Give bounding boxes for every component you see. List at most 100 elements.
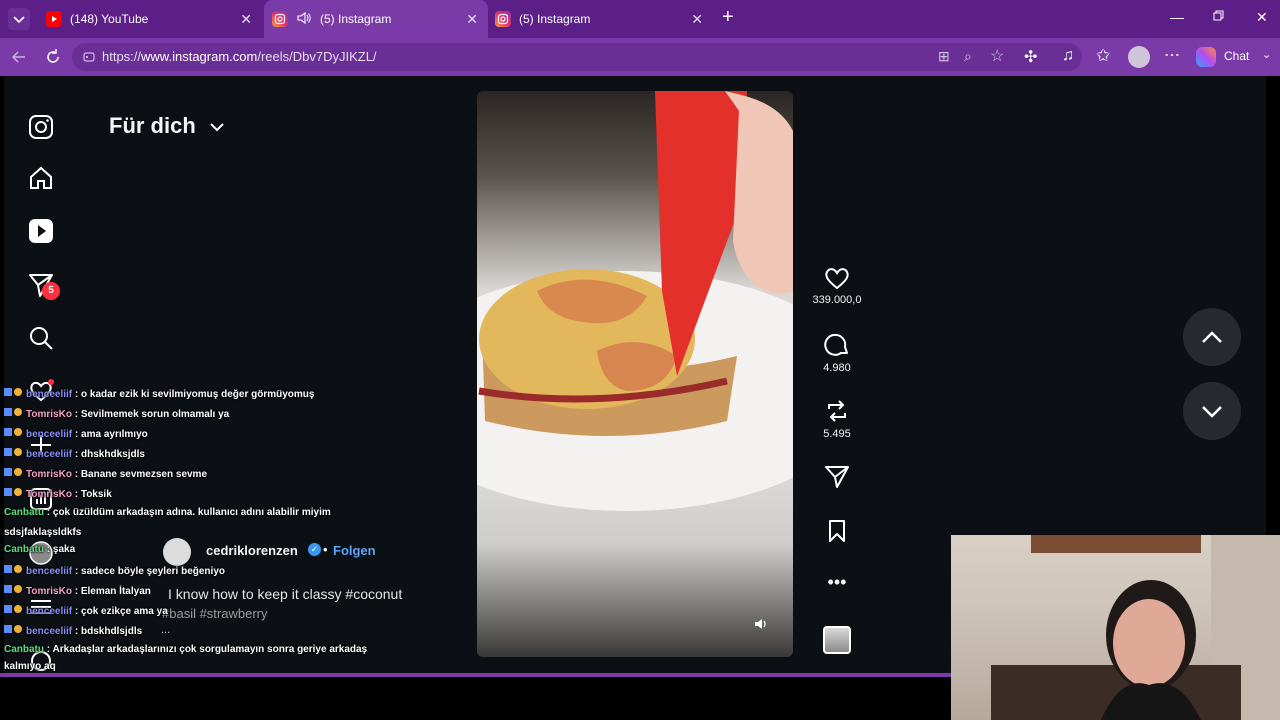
webcam-overlay	[951, 535, 1280, 720]
chat-message: kalmıyo aq	[4, 661, 56, 672]
tab-list-button[interactable]	[8, 8, 30, 30]
messages-icon[interactable]: 5	[28, 272, 60, 300]
new-tab-button[interactable]: +	[722, 6, 734, 29]
chat-text: şaka	[52, 544, 76, 555]
favorites-icon[interactable]: ✩	[1096, 46, 1110, 66]
chat-username: benceeliif	[26, 429, 73, 440]
extensions-icon[interactable]: ✣	[1024, 47, 1037, 67]
save-button[interactable]	[797, 518, 877, 547]
url-field[interactable]: https://www.instagram.com/reels/Dbv7DyJI…	[72, 43, 1082, 71]
feed-selector[interactable]: Für dich	[109, 113, 224, 139]
app-icon[interactable]: ⊞	[938, 48, 950, 65]
heart-icon	[825, 268, 849, 290]
chat-message: benceeliif : sadece böyle şeyleri beğeni…	[4, 564, 225, 577]
chat-username: TomrisKo	[26, 469, 72, 480]
profile-avatar[interactable]	[1128, 46, 1150, 68]
chat-text: sdsjfaklaşsldkfs	[4, 527, 82, 538]
chat-text: sadece böyle şeyleri beğeniyo	[81, 566, 225, 577]
chat-text: Eleman İtalyan	[80, 586, 151, 597]
chat-username: Canbatu	[4, 644, 44, 655]
chat-message: Canbatu : çok üzüldüm arkadaşın adına. k…	[4, 507, 331, 518]
more-icon: •••	[827, 572, 847, 592]
more-options-button[interactable]: •••	[797, 572, 877, 593]
chat-badge-icon	[4, 564, 26, 577]
chat-username: benceeliif	[26, 606, 73, 617]
separator-dot: •	[323, 542, 328, 557]
chat-badge-icon	[4, 427, 26, 440]
more-menu-icon[interactable]: ⋯	[1164, 45, 1180, 65]
url-text: https://www.instagram.com/reels/Dbv7DyJI…	[102, 49, 377, 64]
follow-button[interactable]: Folgen	[333, 543, 376, 558]
chat-text: o kadar ezik ki sevilmiyomuş değer görmü…	[81, 389, 315, 400]
share-button[interactable]	[797, 464, 877, 493]
close-tab-icon[interactable]: ✕	[466, 11, 478, 28]
copilot-icon[interactable]	[1196, 47, 1216, 67]
chat-username: benceeliif	[26, 389, 73, 400]
chevron-up-icon	[1202, 331, 1222, 343]
reel-caption: I know how to keep it classy #coconut	[168, 586, 403, 602]
minimize-icon[interactable]: —	[1170, 9, 1184, 25]
video-frame	[477, 91, 793, 511]
chat-button[interactable]: Chat	[1224, 49, 1249, 63]
chat-text: Banane sevmezsen sevme	[80, 469, 208, 480]
author-username[interactable]: cedriklorenzen	[206, 543, 298, 558]
reel-video[interactable]	[477, 91, 793, 657]
next-reel-button[interactable]	[1183, 382, 1241, 440]
feed-title: Für dich	[109, 113, 196, 138]
chat-message: Canbatu : Arkadaşlar arkadaşlarınızı çok…	[4, 644, 368, 655]
search-icon[interactable]	[28, 325, 54, 351]
chat-badge-icon	[4, 624, 26, 637]
tab-instagram[interactable]: (5) Instagram ✕	[489, 0, 713, 38]
chat-badge-icon	[4, 447, 26, 460]
favorite-star-icon[interactable]: ☆	[990, 46, 1004, 66]
chat-badge-icon	[4, 407, 26, 420]
chat-message: sdsjfaklaşsldkfs	[4, 527, 81, 538]
chat-text: Sevilmemek sorun olmamalı ya	[80, 409, 230, 420]
zoom-icon[interactable]: ⌕	[964, 48, 972, 65]
volume-icon[interactable]	[753, 617, 769, 636]
repost-count: 5.495	[823, 428, 851, 440]
chat-message: TomrisKo : Toksik	[4, 487, 112, 500]
home-icon[interactable]	[28, 165, 54, 191]
tab-title: (148) YouTube	[70, 12, 149, 26]
youtube-icon	[46, 11, 62, 27]
chat-badge-icon	[4, 584, 26, 597]
site-info-icon[interactable]	[82, 50, 96, 69]
chevron-down-icon[interactable]: ⌄	[1262, 48, 1271, 61]
reels-icon[interactable]	[28, 218, 54, 244]
media-icon[interactable]: ♫	[1062, 47, 1074, 65]
chevron-down-icon	[1202, 406, 1222, 418]
tab-youtube[interactable]: (148) YouTube ✕	[38, 0, 262, 38]
repost-icon	[828, 400, 846, 422]
close-tab-icon[interactable]: ✕	[691, 11, 703, 28]
repost-button[interactable]: 5.495	[797, 397, 877, 440]
tab-title: (5) Instagram	[320, 12, 392, 26]
chat-message: benceeliif : dhskhdksjdls	[4, 447, 145, 460]
caption-more-link[interactable]: ...	[161, 624, 170, 636]
like-count: 339.000,0	[812, 294, 862, 306]
instagram-logo-icon[interactable]	[28, 114, 54, 140]
close-tab-icon[interactable]: ✕	[240, 11, 252, 28]
tab-title: (5) Instagram	[519, 12, 591, 26]
close-window-icon[interactable]: ✕	[1256, 9, 1268, 26]
chat-message: benceeliif : bdskhdlsjdls	[4, 624, 142, 637]
chat-message: TomrisKo : Sevilmemek sorun olmamalı ya	[4, 407, 229, 420]
maximize-icon[interactable]	[1212, 9, 1224, 25]
chat-username: TomrisKo	[26, 489, 72, 500]
chat-text: dhskhdksjdls	[81, 449, 145, 460]
audio-thumbnail[interactable]	[823, 626, 851, 654]
chat-badge-icon	[4, 387, 26, 400]
back-icon[interactable]	[10, 48, 28, 71]
bookmark-icon	[829, 520, 845, 542]
chat-text: kalmıyo aq	[4, 661, 56, 672]
tab-instagram-active[interactable]: (5) Instagram ✕	[264, 0, 488, 38]
speaker-icon[interactable]	[296, 11, 312, 28]
author-avatar[interactable]	[163, 538, 191, 566]
previous-reel-button[interactable]	[1183, 308, 1241, 366]
chat-username: Canbatu	[4, 544, 44, 555]
reload-icon[interactable]	[44, 48, 62, 71]
chat-text: çok ezikçe ama ya	[81, 606, 168, 617]
verified-badge-icon: ✓	[308, 543, 321, 556]
comment-button[interactable]: 4.980	[797, 331, 877, 374]
like-button[interactable]: 339.000,0	[797, 265, 877, 306]
